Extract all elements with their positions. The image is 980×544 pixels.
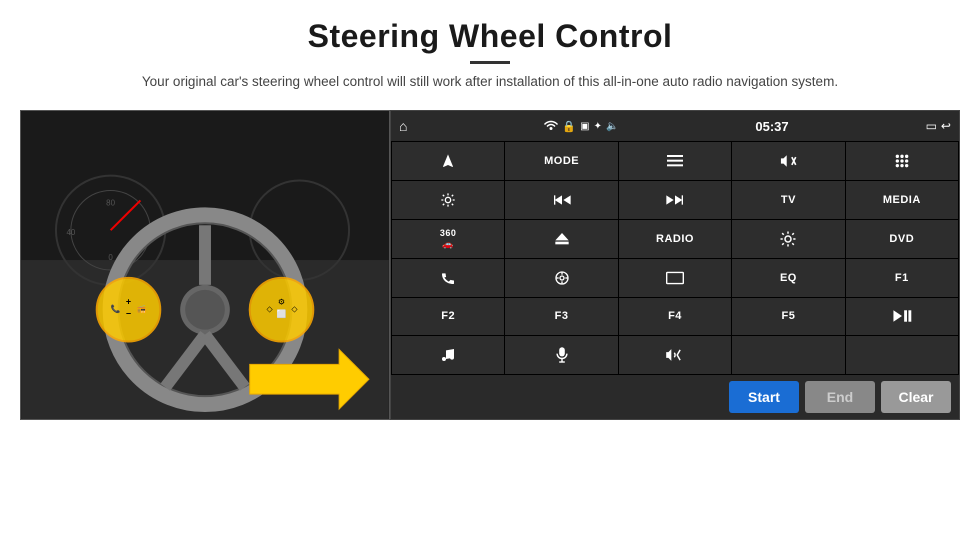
svg-text:📞: 📞 [111,304,121,314]
svg-text:⬜: ⬜ [277,309,287,319]
btn-prev[interactable] [505,181,617,219]
btn-nav[interactable] [392,142,504,180]
btn-vol-back[interactable] [619,336,731,374]
head-unit-panel: ⌂ 🔒 ▣ ✦ 🔈 05:37 ▭ ↩ [390,110,960,420]
steering-wheel-image: 80 0 40 120 + − 📞 [20,110,390,420]
eject-icon [554,231,570,247]
btn-apps[interactable] [846,142,958,180]
svg-text:⚙: ⚙ [278,298,285,307]
btn-screen[interactable] [619,259,731,297]
btn-f4[interactable]: F4 [619,298,731,336]
btn-360[interactable]: 360🚗 [392,220,504,258]
status-icons: 🔒 ▣ ✦ 🔈 [544,120,618,133]
gps-icon [554,270,570,286]
screen-icon [666,271,684,285]
status-bar: ⌂ 🔒 ▣ ✦ 🔈 05:37 ▭ ↩ [391,111,959,141]
btn-play-pause[interactable] [846,298,958,336]
end-button[interactable]: End [805,381,875,413]
page-subtitle: Your original car's steering wheel contr… [142,72,838,92]
btn-next[interactable] [619,181,731,219]
content-row: 80 0 40 120 + − 📞 [20,110,960,420]
menu-icon [667,154,683,168]
page-container: Steering Wheel Control Your original car… [0,0,980,544]
btn-brightness[interactable] [732,220,844,258]
lock-icon: 🔒 [562,120,576,133]
btn-dvd[interactable]: DVD [846,220,958,258]
btn-empty2[interactable] [846,336,958,374]
status-time: 05:37 [755,119,788,134]
bt-icon: ✦ [594,121,602,132]
svg-text:80: 80 [106,199,115,208]
status-right-icons: ▭ ↩ [926,119,951,133]
svg-text:40: 40 [66,228,75,237]
next-icon [665,193,685,207]
btn-gps[interactable] [505,259,617,297]
title-divider [470,61,510,64]
playpause-icon [892,309,912,323]
back-nav-icon[interactable]: ↩ [941,119,951,133]
btn-empty1[interactable] [732,336,844,374]
page-title: Steering Wheel Control [142,18,838,55]
music-icon [440,347,456,363]
title-section: Steering Wheel Control Your original car… [142,18,838,104]
btn-f1[interactable]: F1 [846,259,958,297]
volback-icon [664,348,686,362]
prev-icon [552,193,572,207]
action-bar: Start End Clear [391,375,959,419]
btn-mute[interactable] [732,142,844,180]
svg-text:+: + [126,297,131,307]
mic-icon [555,346,569,364]
btn-f2[interactable]: F2 [392,298,504,336]
start-button[interactable]: Start [729,381,799,413]
svg-text:0: 0 [108,253,113,262]
btn-eject[interactable] [505,220,617,258]
clear-button[interactable]: Clear [881,381,951,413]
cast-icon: ▭ [926,119,937,133]
svg-text:−: − [126,309,131,319]
wifi-icon [544,120,558,132]
btn-phone[interactable] [392,259,504,297]
btn-mode[interactable]: MODE [505,142,617,180]
btn-eq[interactable]: EQ [732,259,844,297]
vol-icon: 🔈 [606,121,618,132]
brightness-icon [779,230,797,248]
svg-text:📻: 📻 [136,305,146,314]
apps-icon [894,153,910,169]
home-icon[interactable]: ⌂ [399,118,407,134]
btn-menu[interactable] [619,142,731,180]
btn-f3[interactable]: F3 [505,298,617,336]
btn-media[interactable]: MEDIA [846,181,958,219]
mute-icon [779,153,797,169]
sd-icon: ▣ [580,121,589,132]
svg-text:◇: ◇ [267,305,274,314]
btn-mic[interactable] [505,336,617,374]
svg-text:◇: ◇ [291,305,298,314]
btn-tv[interactable]: TV [732,181,844,219]
button-grid: MODE [391,141,959,375]
btn-f5[interactable]: F5 [732,298,844,336]
btn-music[interactable] [392,336,504,374]
phone-icon [440,270,456,286]
btn-radio[interactable]: RADIO [619,220,731,258]
btn-settings[interactable] [392,181,504,219]
settings-icon [440,192,456,208]
